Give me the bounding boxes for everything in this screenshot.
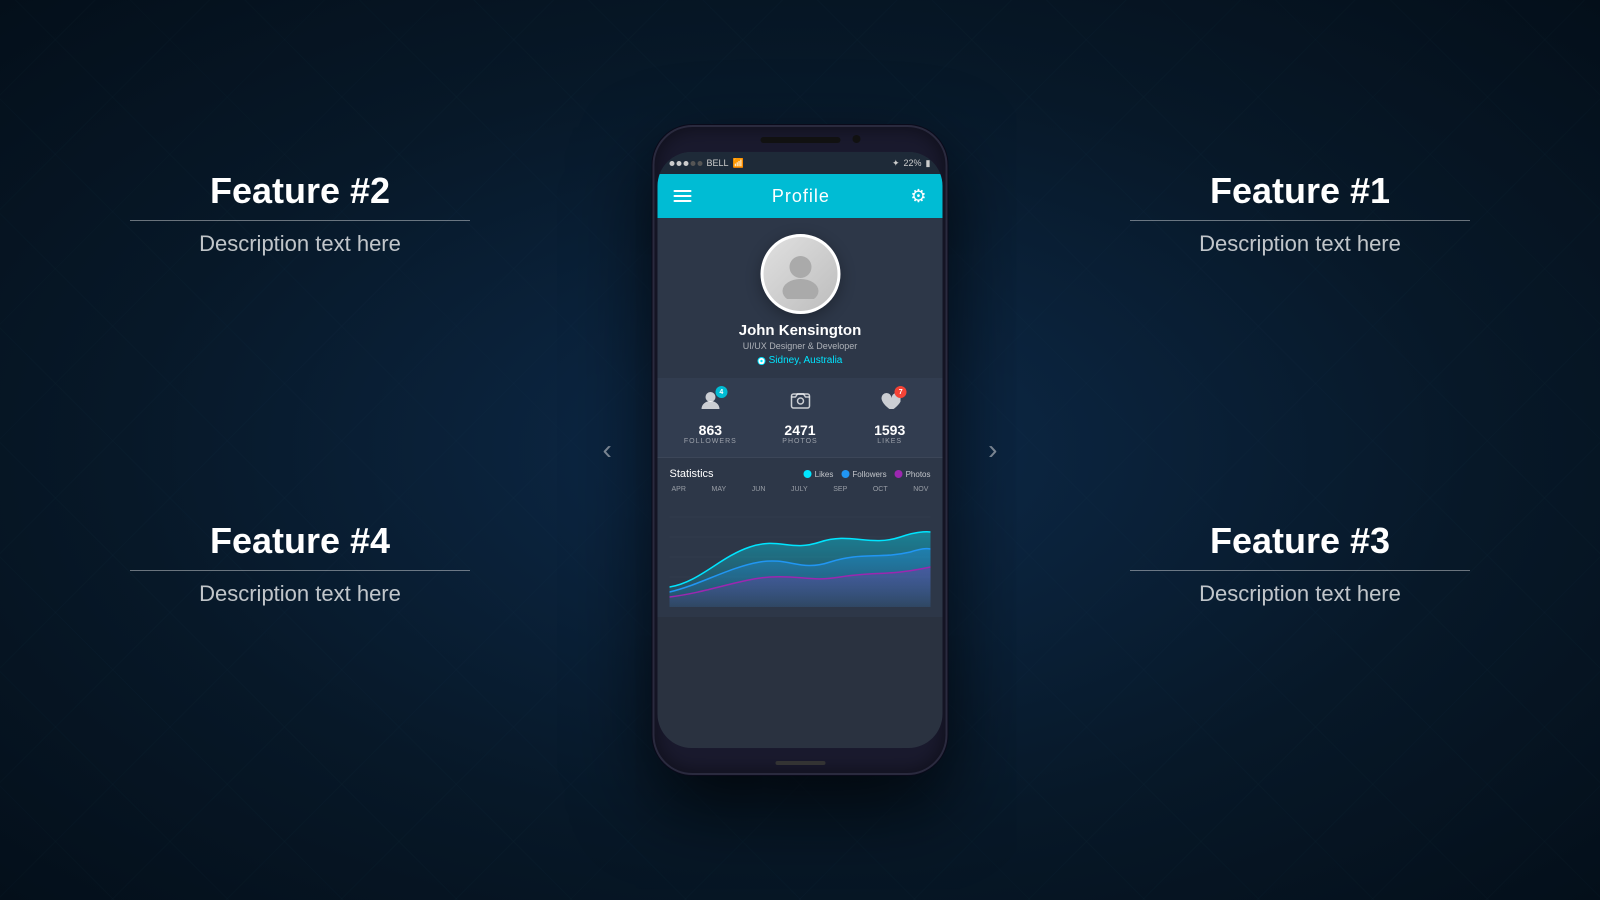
feature-4-divider [130,570,470,571]
feature-1-desc: Description text here [1130,231,1470,257]
feature-3-block: Feature #3 Description text here [1130,520,1470,607]
hamburger-menu-button[interactable] [674,190,692,202]
photos-icon [789,390,811,418]
profile-location: Sidney, Australia [758,355,843,366]
carrier-name: BELL [707,158,729,168]
profile-role: UI/UX Designer & Developer [743,341,858,351]
signal-dot-4 [691,161,696,166]
battery-level: 22% [904,158,922,168]
status-right: ✦ 22% ▮ [892,158,931,169]
signal-dot-3 [684,161,689,166]
feature-3-desc: Description text here [1130,581,1470,607]
legend-photos-dot [895,470,903,478]
feature-1-block: Feature #1 Description text here [1130,170,1470,257]
avatar-image [763,237,837,311]
signal-dot-2 [677,161,682,166]
feature-3-divider [1130,570,1470,571]
ham-line-3 [674,200,692,202]
signal-dot-5 [698,161,703,166]
status-left: BELL 📶 [670,158,744,169]
chart-area [670,497,931,607]
legend-photos: Photos [895,470,931,479]
location-text: Sidney, Australia [769,355,843,366]
likes-icon: 7 [879,390,901,418]
likes-count: 1593 [874,422,905,438]
month-july: JULY [791,486,808,493]
wifi-icon: 📶 [733,158,744,169]
chart-section: Statistics Likes Followers Photos [658,458,943,617]
feature-3-title: Feature #3 [1130,520,1470,562]
feature-2-divider [130,220,470,221]
phone-shell: BELL 📶 ✦ 22% ▮ Profile ⚙ [653,125,948,775]
chart-title: Statistics [670,468,714,480]
month-may: MAY [712,486,727,493]
battery-icon: ▮ [926,158,931,169]
stat-photos[interactable]: 2471 PHOTOS [755,390,845,445]
month-sep: SEP [833,486,847,493]
legend-photos-label: Photos [906,470,931,479]
carousel-left-arrow[interactable]: ‹ [603,434,612,466]
bluetooth-icon: ✦ [892,158,900,169]
followers-badge: 4 [715,386,727,398]
location-icon [758,357,766,365]
carousel-right-arrow[interactable]: › [988,434,997,466]
legend-likes-label: Likes [815,470,834,479]
stat-likes[interactable]: 7 1593 LIKES [845,390,935,445]
app-bar: Profile ⚙ [658,174,943,218]
stat-followers[interactable]: 4 863 FOLLOWERS [666,390,756,445]
feature-4-desc: Description text here [130,581,470,607]
settings-gear-icon[interactable]: ⚙ [910,186,926,207]
photos-count: 2471 [784,422,815,438]
phone-camera [853,135,861,143]
chart-legend: Likes Followers Photos [804,470,931,479]
chart-svg [670,497,931,607]
chart-header: Statistics Likes Followers Photos [670,468,931,480]
legend-followers-dot [841,470,849,478]
feature-2-block: Feature #2 Description text here [130,170,470,257]
ham-line-1 [674,190,692,192]
followers-count: 863 [699,422,722,438]
followers-icon: 4 [699,390,721,418]
feature-1-divider [1130,220,1470,221]
likes-label: LIKES [877,438,902,445]
ham-line-2 [674,195,692,197]
signal-dot-1 [670,161,675,166]
feature-4-block: Feature #4 Description text here [130,520,470,607]
avatar-svg [775,249,825,299]
month-oct: OCT [873,486,888,493]
phone-screen: BELL 📶 ✦ 22% ▮ Profile ⚙ [658,152,943,748]
legend-followers-label: Followers [852,470,886,479]
feature-2-title: Feature #2 [130,170,470,212]
signal-dots [670,161,703,166]
profile-section: John Kensington UI/UX Designer & Develop… [658,218,943,378]
phone-mockup: ‹ › BELL 📶 ✦ [653,125,948,775]
phone-home-indicator [775,761,825,765]
legend-likes: Likes [804,470,834,479]
month-apr: APR [672,486,686,493]
avatar [760,234,840,314]
feature-4-title: Feature #4 [130,520,470,562]
legend-likes-dot [804,470,812,478]
phone-speaker [760,137,840,143]
followers-label: FOLLOWERS [684,438,737,445]
chart-months: APR MAY JUN JULY SEP OCT NOV [670,486,931,493]
status-bar: BELL 📶 ✦ 22% ▮ [658,152,943,174]
likes-badge: 7 [895,386,907,398]
feature-1-title: Feature #1 [1130,170,1470,212]
month-jun: JUN [752,486,766,493]
legend-followers: Followers [841,470,886,479]
month-nov: NOV [913,486,928,493]
stats-section: 4 863 FOLLOWERS 2471 PHOTOS [658,378,943,458]
feature-2-desc: Description text here [130,231,470,257]
profile-name: John Kensington [739,322,862,339]
app-bar-title: Profile [772,186,830,207]
photos-label: PHOTOS [782,438,817,445]
